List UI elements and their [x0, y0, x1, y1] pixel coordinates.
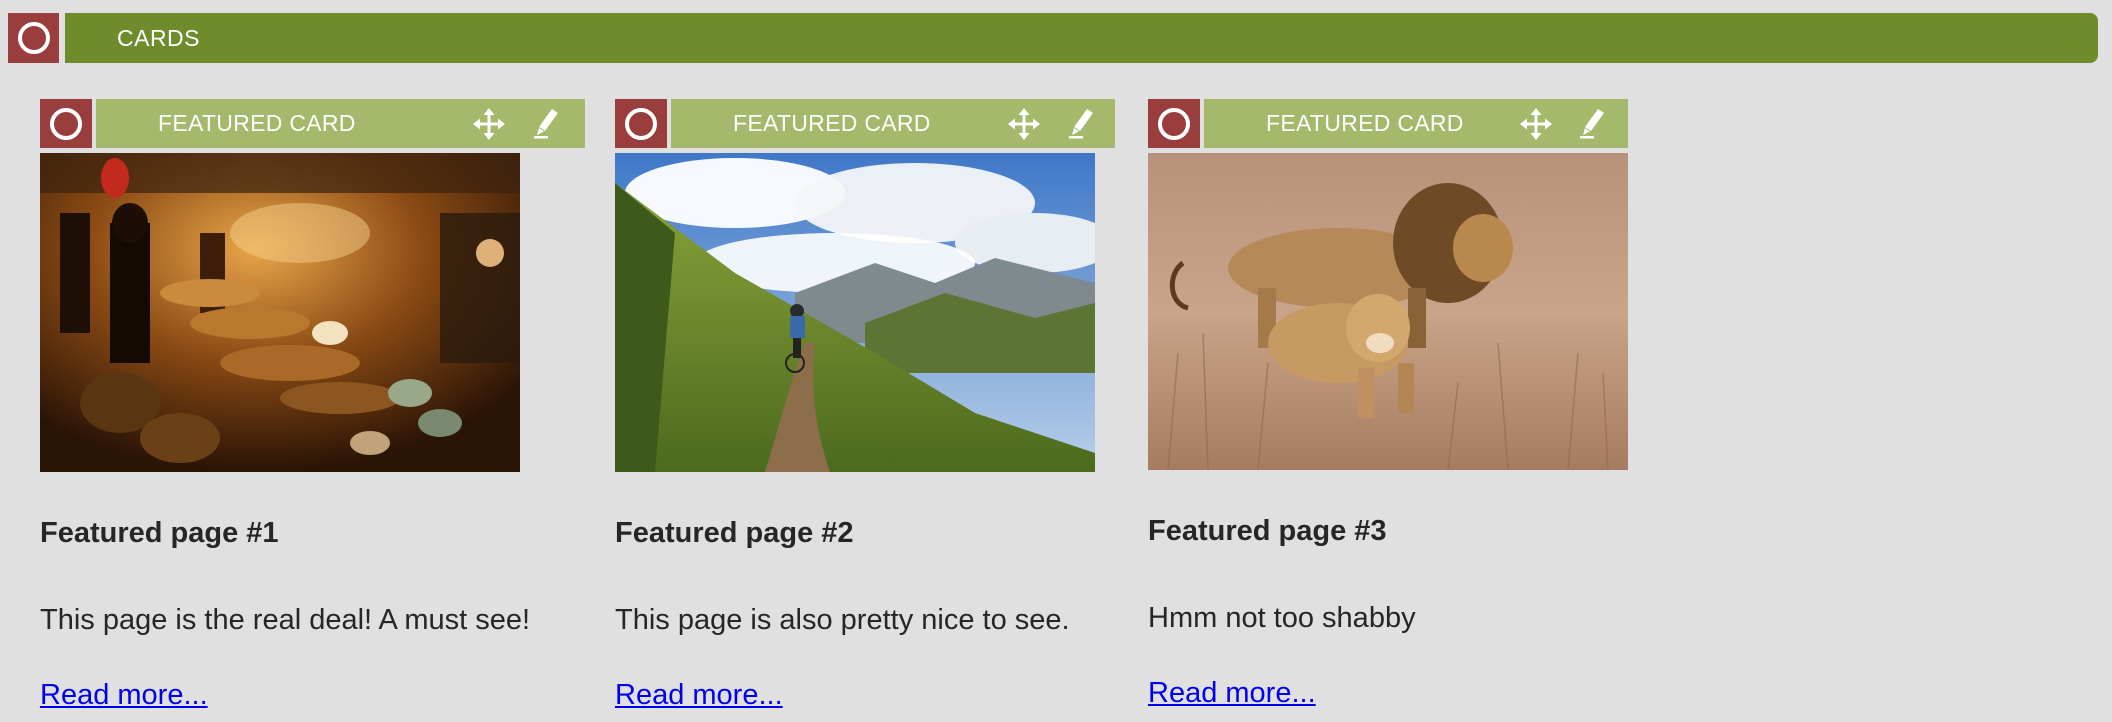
card-header-bar: FEATURED CARD	[96, 99, 585, 148]
card-title: Featured page #2	[615, 517, 854, 549]
section-toggle-button[interactable]	[8, 13, 59, 63]
card-toggle-button[interactable]	[40, 99, 92, 148]
card-toggle-button[interactable]	[1148, 99, 1200, 148]
lions-in-grass-photo	[1148, 153, 1628, 470]
card-header: FEATURED CARD	[615, 99, 1115, 148]
card-header-label: FEATURED CARD	[1266, 110, 1464, 136]
circle-icon	[625, 107, 657, 140]
cards-section-header: CARDS	[8, 13, 2098, 63]
card-description: Hmm not too shabby	[1148, 602, 1416, 634]
circle-icon	[50, 107, 82, 140]
featured-card-1: FEATURED CARD Featured page #1 This page…	[40, 99, 585, 722]
card-header-bar: FEATURED CARD	[671, 99, 1115, 148]
section-title-bar: CARDS	[65, 13, 2098, 63]
read-more-link[interactable]: Read more...	[615, 679, 783, 712]
card-description: This page is the real deal! A must see!	[40, 604, 531, 636]
featured-card-2: FEATURED CARD Featured page #2 This page…	[615, 99, 1115, 722]
pencil-edit-icon[interactable]	[1067, 107, 1097, 139]
circle-icon	[1158, 107, 1190, 140]
featured-card-3: FEATURED CARD Featured page #3 Hmm not t…	[1148, 99, 1628, 722]
circle-icon	[17, 22, 50, 54]
card-header: FEATURED CARD	[1148, 99, 1628, 148]
read-more-link[interactable]: Read more...	[40, 679, 208, 712]
pencil-edit-icon[interactable]	[1578, 107, 1608, 139]
card-description: This page is also pretty nice to see.	[615, 604, 1070, 636]
section-title: CARDS	[117, 24, 201, 51]
card-image	[1148, 153, 1628, 470]
card-header-label: FEATURED CARD	[733, 110, 931, 136]
move-icon[interactable]	[1520, 108, 1552, 140]
card-header-label: FEATURED CARD	[158, 110, 356, 136]
card-title: Featured page #3	[1148, 515, 1387, 547]
move-icon[interactable]	[473, 108, 505, 140]
card-header-bar: FEATURED CARD	[1204, 99, 1628, 148]
card-image	[615, 153, 1095, 472]
card-title: Featured page #1	[40, 517, 279, 549]
read-more-link[interactable]: Read more...	[1148, 677, 1316, 710]
card-toggle-button[interactable]	[615, 99, 667, 148]
move-icon[interactable]	[1008, 108, 1040, 140]
card-image	[40, 153, 520, 472]
card-header: FEATURED CARD	[40, 99, 585, 148]
mountain-biker-valley-photo	[615, 153, 1095, 472]
pencil-edit-icon[interactable]	[532, 107, 562, 139]
market-food-stalls-photo	[40, 153, 520, 472]
